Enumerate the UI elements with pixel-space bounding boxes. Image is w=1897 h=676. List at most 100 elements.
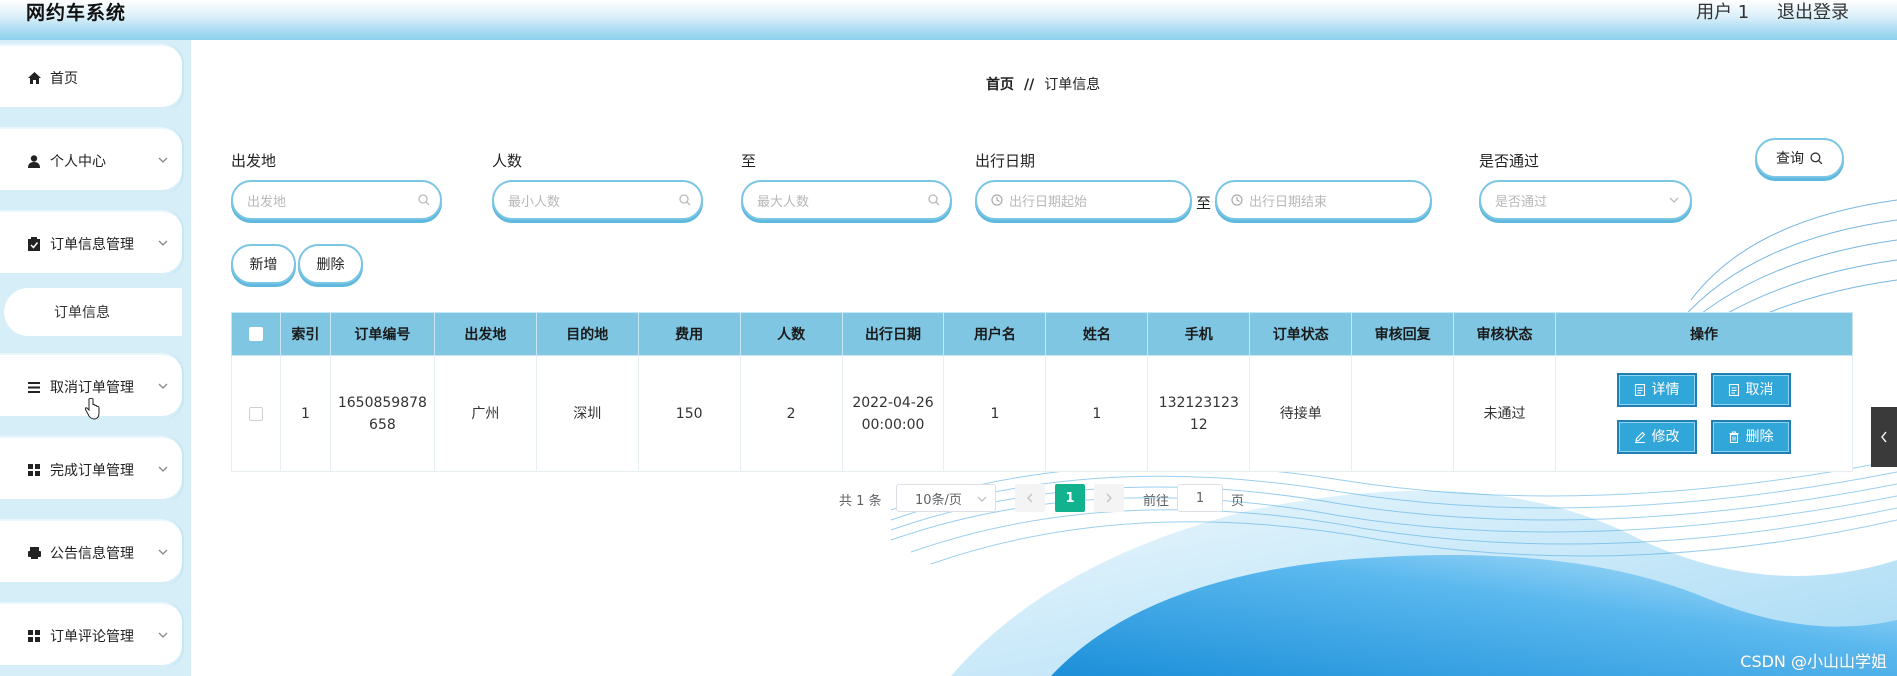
chevron-down-icon [158,157,168,163]
search-icon [418,194,430,206]
page-size-value: 10条/页 [915,492,962,508]
row-checkbox[interactable] [248,406,263,421]
pagination-total: 共 1 条 [839,494,882,509]
collapse-side-tab[interactable] [1871,407,1897,467]
column-header[interactable]: 索引 [279,312,331,356]
prev-page-button[interactable] [1015,484,1045,512]
goto-page-input[interactable]: 1 [1177,484,1223,512]
column-header[interactable]: 姓名 [1045,312,1149,356]
cell-actions: 详情 取消 修改 删除 [1554,355,1854,472]
cell-origin: 广州 [433,355,537,472]
origin-input[interactable]: 出发地 [231,180,442,220]
cell-date: 2022-04-26 00:00:00 [841,355,945,472]
document-icon [1729,384,1740,396]
sidebar-subitem-order-info[interactable]: 订单信息 [4,288,182,336]
query-button-label: 查询 [1776,151,1804,167]
cell-review-reply [1351,355,1455,472]
cell-fee: 150 [637,355,741,472]
sidebar-item-personal-center[interactable]: 个人中心 [0,127,182,193]
grid-icon [26,463,42,477]
cancel-button[interactable]: 取消 [1710,373,1791,407]
row-select-cell [231,355,281,472]
sidebar-item-announcement[interactable]: 公告信息管理 [0,519,182,585]
column-header[interactable]: 出行日期 [841,312,945,356]
next-page-button[interactable] [1094,484,1124,512]
column-header[interactable]: 订单状态 [1249,312,1353,356]
cell-order-no: 1650859878 658 [329,355,435,472]
detail-button[interactable]: 详情 [1616,373,1697,407]
date-start-input[interactable]: 出行日期起始 [975,180,1192,220]
sidebar-item-order-management[interactable]: 订单信息管理 [0,210,182,276]
sidebar-item-order-comments[interactable]: 订单评论管理 [0,602,182,668]
chevron-down-icon [158,632,168,638]
page-size-select[interactable]: 10条/页 [896,484,996,512]
sidebar-item-label: 订单评论管理 [50,629,134,645]
people-min-input[interactable]: 最小人数 [492,180,703,220]
cell-destination: 深圳 [535,355,639,472]
table-header-row: 索引 订单编号 出发地 目的地 费用 人数 出行日期 用户名 姓名 手机 订单状… [231,312,1854,356]
cancel-button-label: 取消 [1745,382,1774,398]
date-start-placeholder: 出行日期起始 [1009,194,1088,210]
sidebar-item-home[interactable]: 首页 [0,44,182,110]
main-content: 首页 // 订单信息 出发地 出发地 人数 最小人数 至 最大人数 出行日期 出行日… [191,40,1897,676]
breadcrumb-separator: // [1024,77,1035,93]
people-max-placeholder: 最大人数 [757,194,810,210]
phone-line-1: 132123123 [1158,394,1239,411]
origin-label: 出发地 [231,152,277,170]
edit-button[interactable]: 修改 [1616,420,1697,454]
column-header[interactable]: 出发地 [433,312,537,356]
people-min-placeholder: 最小人数 [508,194,561,210]
breadcrumb: 首页 // 订单信息 [986,74,1100,94]
home-icon [26,71,42,85]
date-end-placeholder: 出行日期结束 [1249,194,1328,210]
chevron-down-icon [158,466,168,472]
people-max-input[interactable]: 最大人数 [741,180,952,220]
chevron-down-icon [158,240,168,246]
document-icon [1635,384,1646,396]
people-label: 人数 [492,152,523,170]
app-title: 网约车系统 [26,2,127,24]
orders-table: 索引 订单编号 出发地 目的地 费用 人数 出行日期 用户名 姓名 手机 订单状… [231,312,1854,472]
column-header[interactable]: 订单编号 [329,312,435,356]
chevron-right-icon [1106,493,1112,503]
column-header[interactable]: 目的地 [535,312,639,356]
sidebar: 首页 个人中心 订单信息管理 订单信息 取消订单管理 完成订单管理 公告信息管理… [0,40,191,676]
query-button[interactable]: 查询 [1755,138,1844,178]
detail-button-label: 详情 [1651,382,1680,398]
chevron-down-icon [1669,197,1679,203]
date-end-input[interactable]: 出行日期结束 [1215,180,1432,220]
column-header[interactable]: 审核回复 [1351,312,1455,356]
chevron-left-icon [1881,431,1887,443]
chevron-left-icon [1027,493,1033,503]
breadcrumb-home[interactable]: 首页 [986,77,1014,93]
date-line-2: 00:00:00 [861,416,925,433]
column-header[interactable]: 手机 [1147,312,1251,356]
search-icon [679,194,691,206]
printer-icon [26,546,42,560]
column-header[interactable]: 审核状态 [1453,312,1556,356]
sidebar-item-label: 完成订单管理 [50,463,134,479]
delete-button[interactable]: 删除 [298,244,363,284]
column-header[interactable]: 人数 [739,312,843,356]
sidebar-item-label: 个人中心 [50,154,106,170]
search-icon [1810,151,1823,164]
row-delete-button[interactable]: 删除 [1710,420,1791,454]
date-range-separator: 至 [1196,194,1212,212]
add-button[interactable]: 新增 [231,244,296,284]
column-header[interactable]: 费用 [637,312,741,356]
column-header[interactable]: 用户名 [943,312,1047,356]
row-delete-button-label: 删除 [1745,429,1774,445]
column-header: 操作 [1554,312,1854,356]
cursor-hand-icon [84,398,100,420]
trash-icon [1729,431,1739,443]
edit-icon [1635,431,1646,443]
logout-link[interactable]: 退出登录 [1777,2,1849,23]
sidebar-item-completed-order[interactable]: 完成订单管理 [0,436,182,502]
page-number-1[interactable]: 1 [1055,484,1085,512]
select-all-checkbox[interactable] [248,327,263,341]
sidebar-item-label: 首页 [50,71,78,87]
user-name[interactable]: 用户 1 [1696,2,1749,23]
user-icon [26,154,42,168]
cell-username: 1 [943,355,1047,472]
approved-select[interactable]: 是否通过 [1479,180,1692,220]
